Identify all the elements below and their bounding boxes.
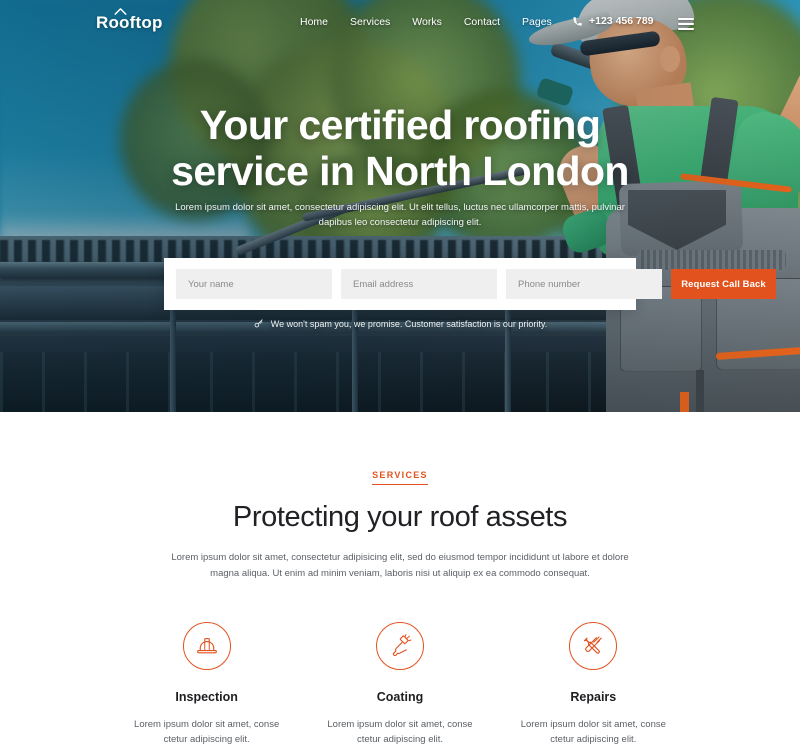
services-eyebrow: SERVICES <box>0 470 800 485</box>
hero-headline: Your certified roofing service in North … <box>100 102 700 194</box>
nav-item-works[interactable]: Works <box>412 16 442 28</box>
hero-headline-line1: Your certified roofing <box>199 102 601 148</box>
header-phone[interactable]: +123 456 789 <box>572 15 654 27</box>
hero-section: Rooftop Home Services Works Contact Page… <box>0 0 800 412</box>
service-card-title: Repairs <box>570 690 617 704</box>
main-navigation: Home Services Works Contact Pages • <box>300 16 577 28</box>
privacy-promise: We won't spam you, we promise. Customer … <box>0 318 800 329</box>
hard-hat-icon <box>182 622 231 670</box>
site-logo[interactable]: Rooftop <box>96 8 163 33</box>
phone-number: +123 456 789 <box>589 15 654 27</box>
nav-item-pages[interactable]: Pages <box>522 16 552 28</box>
hero-headline-line2: service in North London <box>171 148 629 194</box>
services-grid: Inspection Lorem ipsum dolor sit amet, c… <box>0 622 800 750</box>
key-icon <box>254 319 263 328</box>
crossed-tools-icon <box>569 622 618 670</box>
nav-item-contact[interactable]: Contact <box>464 16 500 28</box>
service-card-coating[interactable]: Coating Lorem ipsum dolor sit amet, cons… <box>303 622 496 747</box>
service-card-title: Coating <box>376 690 424 704</box>
service-card-inspection[interactable]: Inspection Lorem ipsum dolor sit amet, c… <box>110 622 303 747</box>
service-card-description: Lorem ipsum dolor sit amet, conse ctetur… <box>327 719 473 745</box>
services-title: Protecting your roof assets <box>232 501 568 533</box>
phone-input[interactable] <box>506 269 662 299</box>
nav-item-services[interactable]: Services <box>350 16 390 28</box>
nav-item-home[interactable]: Home <box>300 16 328 28</box>
name-input[interactable] <box>176 269 332 299</box>
service-card-title: Inspection <box>175 690 238 704</box>
hero-content: Your certified roofing service in North … <box>0 0 800 412</box>
hamburger-menu-icon[interactable] <box>678 18 694 30</box>
service-card-description: Lorem ipsum dolor sit amet, conse ctetur… <box>134 719 280 745</box>
email-input[interactable] <box>341 269 497 299</box>
nav-item-pages-label: Pages <box>522 16 552 28</box>
services-section: SERVICES Protecting your roof assets Lor… <box>0 412 800 750</box>
callback-request-form: Request Call Back <box>164 258 776 310</box>
services-eyebrow-label: SERVICES <box>372 470 428 485</box>
services-description: Lorem ipsum dolor sit amet, consectetur … <box>171 552 629 579</box>
phone-icon <box>573 16 582 26</box>
paint-brush-icon <box>375 622 424 670</box>
logo-text: Rooftop <box>96 13 163 32</box>
service-card-repairs[interactable]: Repairs Lorem ipsum dolor sit amet, cons… <box>497 622 690 747</box>
roof-caret-icon <box>114 8 127 15</box>
hero-subtitle: Lorem ipsum dolor sit amet, consectetur … <box>175 202 625 228</box>
service-card-description: Lorem ipsum dolor sit amet, conse ctetur… <box>520 719 666 745</box>
request-call-back-button[interactable]: Request Call Back <box>671 269 776 299</box>
site-header: Rooftop Home Services Works Contact Page… <box>0 0 800 48</box>
privacy-promise-text: We won't spam you, we promise. Customer … <box>270 318 548 329</box>
